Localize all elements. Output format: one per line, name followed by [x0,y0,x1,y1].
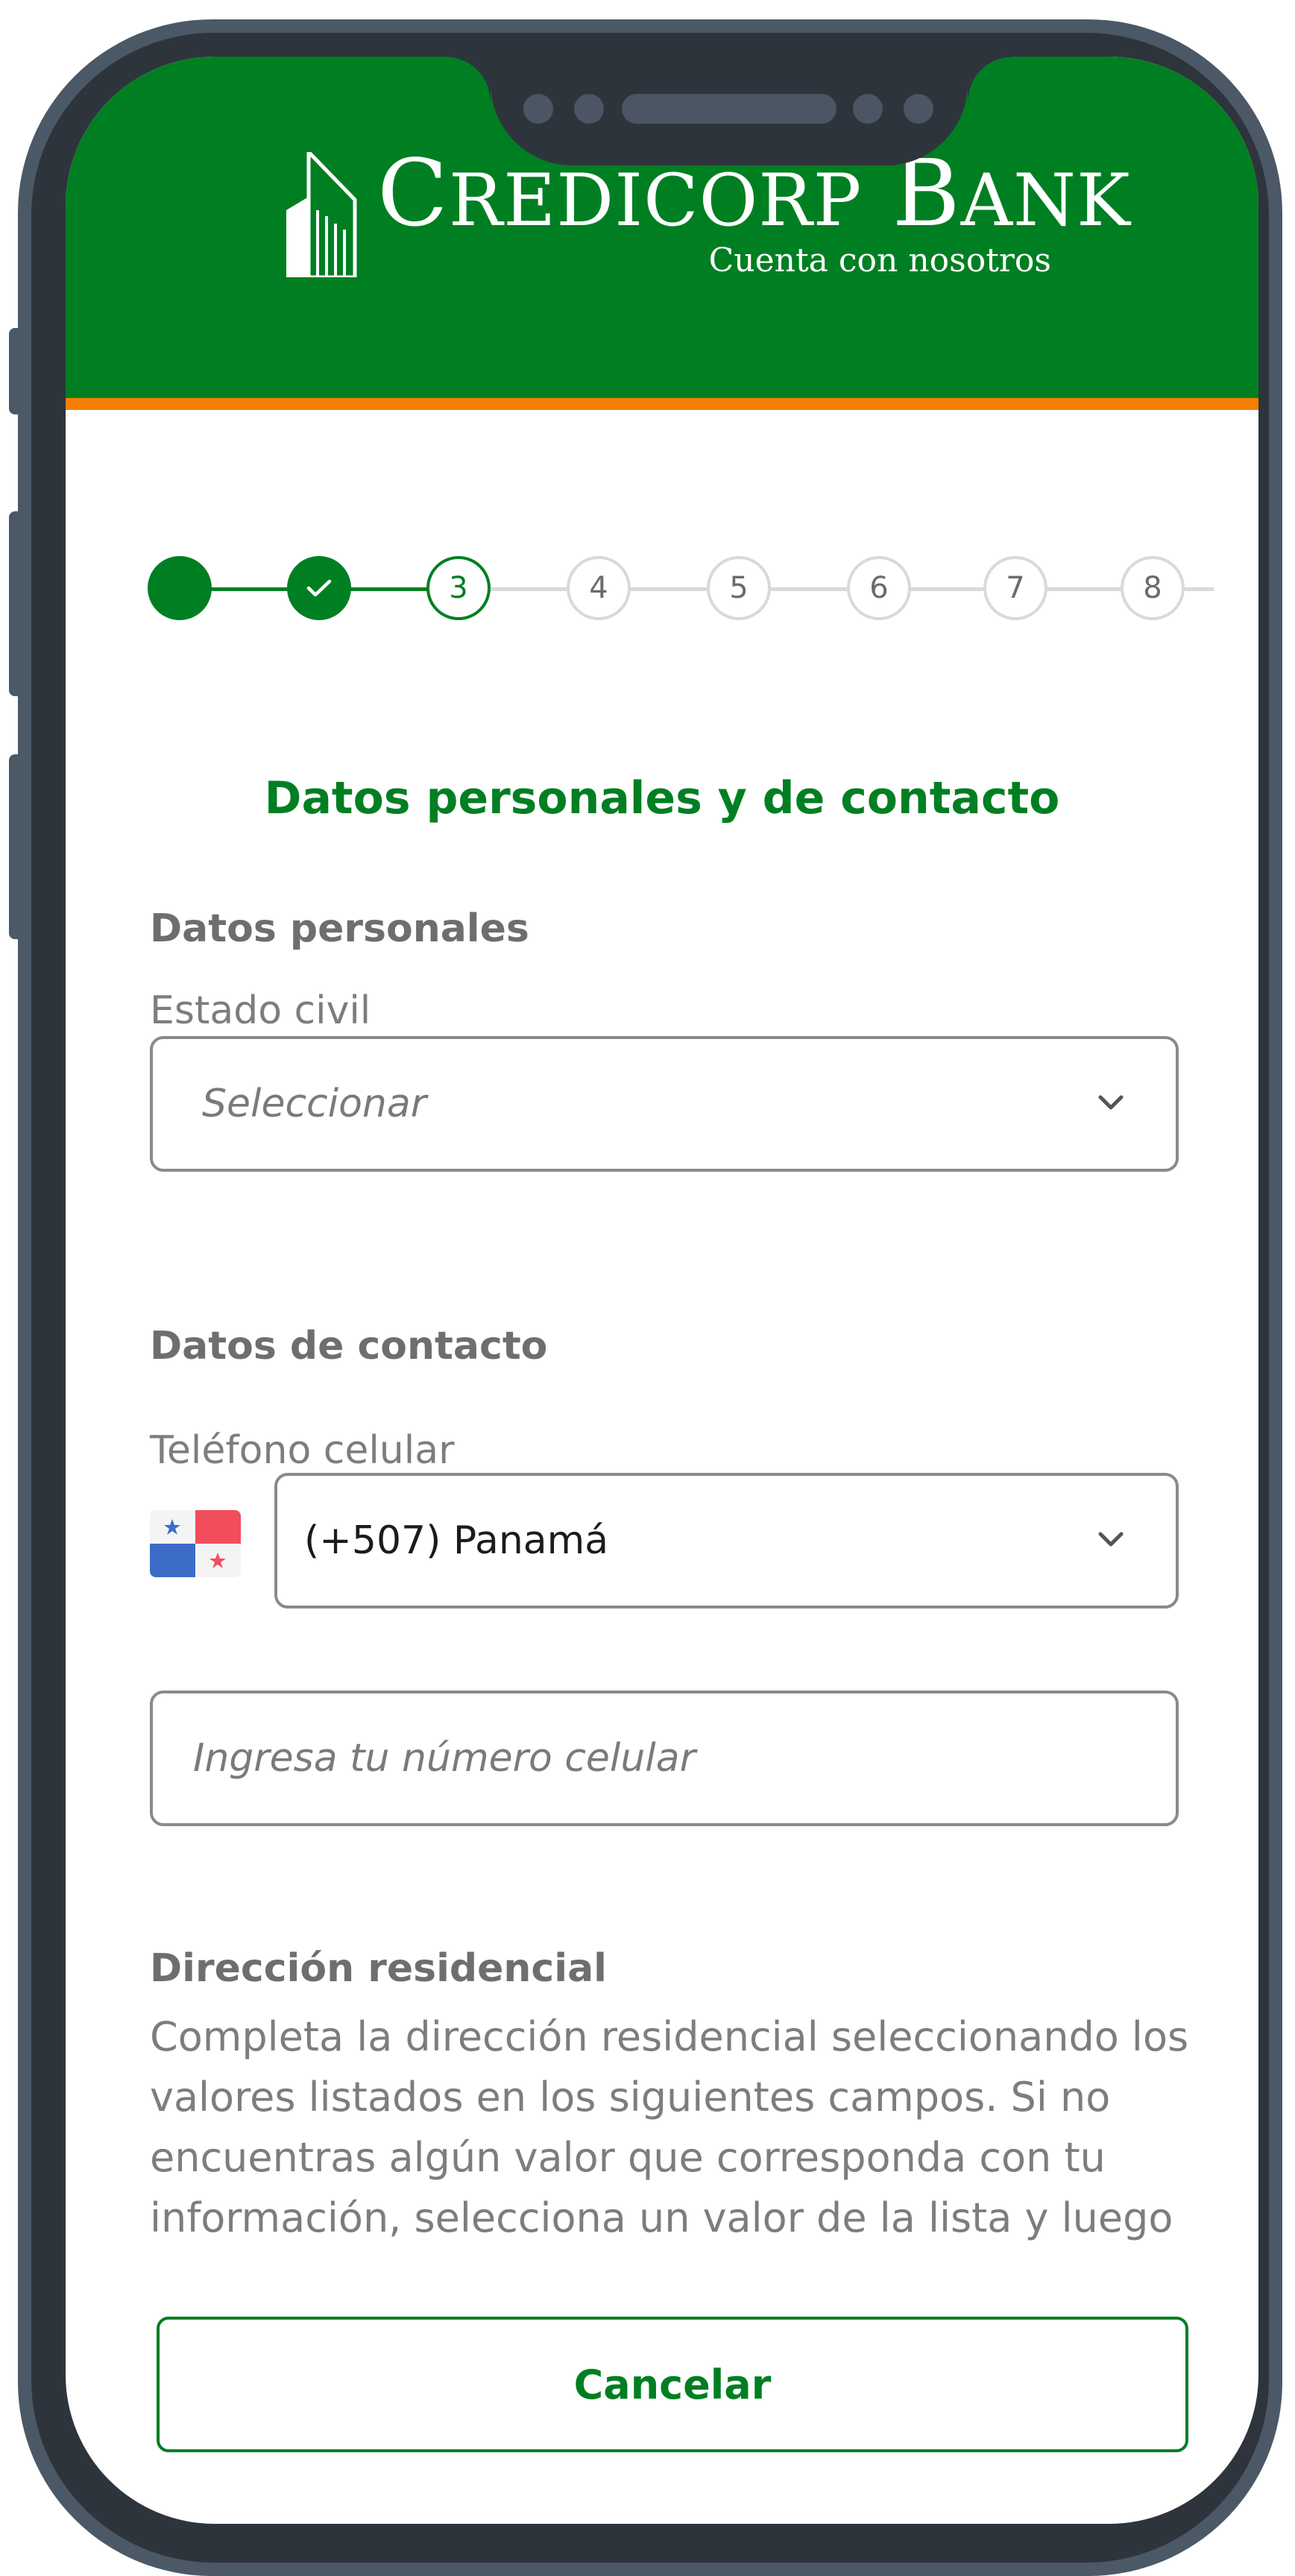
step-2 [287,556,351,620]
chevron-down-icon [1098,1095,1124,1110]
address-heading: Dirección residencial [150,1946,607,1991]
accent-stripe [66,398,1258,410]
chevron-down-icon [1098,1532,1124,1547]
country-code-select[interactable]: (+507) Panamá [274,1473,1179,1609]
country-code-value: (+507) Panamá [304,1518,609,1563]
progress-stepper: 3 4 5 6 7 8 [66,549,1258,631]
mute-switch [9,328,31,414]
brand-tagline: Cuenta con nosotros [708,242,1051,280]
step-1 [148,556,212,620]
cancel-button[interactable]: Cancelar [157,2317,1188,2452]
panama-flag-icon [150,1510,241,1577]
step-8: 8 [1121,556,1185,620]
sensor-dot [853,94,883,124]
phone-number-input[interactable]: Ingresa tu número celular [150,1690,1179,1826]
speaker-grille [622,94,836,124]
check-icon [306,579,332,597]
sensor-dot [574,94,604,124]
contact-data-heading: Datos de contacto [150,1324,548,1368]
civil-status-label: Estado civil [150,988,371,1033]
sensor-dot [523,94,553,124]
phone-label: Teléfono celular [150,1428,455,1473]
phone-notch [446,57,1012,165]
step-4: 4 [567,556,631,620]
step-5: 5 [707,556,771,620]
page-title: Datos personales y de contacto [264,772,1060,824]
volume-down-button [9,754,31,939]
personal-data-heading: Datos personales [150,906,529,951]
sensor-dot [904,94,933,124]
step-7: 7 [983,556,1047,620]
phone-screen: CREDICORP BANK Cuenta con nosotros 3 4 5… [66,57,1258,2524]
civil-status-select[interactable]: Seleccionar [150,1036,1179,1172]
civil-status-placeholder: Seleccionar [202,1082,427,1126]
step-3: 3 [426,556,491,620]
step-6: 6 [847,556,911,620]
phone-number-placeholder: Ingresa tu número celular [193,1736,696,1781]
address-description: Completa la dirección residencial selecc… [150,2013,1189,2241]
volume-up-button [9,511,31,696]
